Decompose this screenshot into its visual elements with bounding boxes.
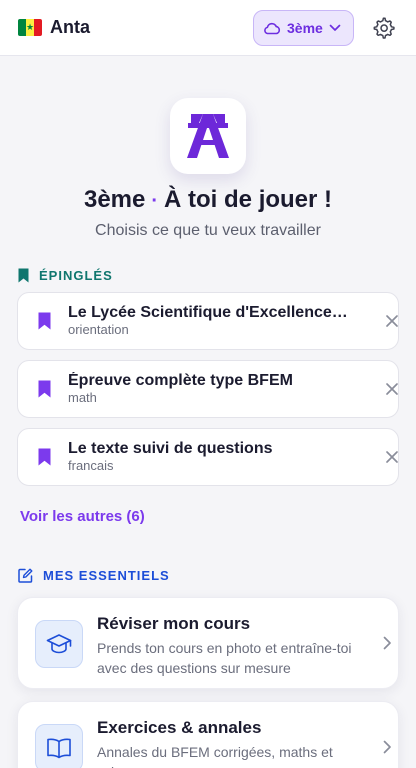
edit-icon (18, 568, 33, 583)
pinned-item[interactable]: Le texte suivi de questions francais (17, 428, 399, 486)
close-icon[interactable] (385, 314, 399, 328)
bookmark-icon (38, 312, 51, 330)
pinned-item-subject: francais (68, 458, 114, 473)
hero-dot: · (151, 190, 159, 212)
anta-logo-icon (187, 114, 229, 158)
essential-card-title: Exercices & annales (97, 718, 262, 737)
pinned-item[interactable]: Épreuve complète type BFEM math (17, 360, 399, 418)
pinned-item-subject: orientation (68, 322, 129, 337)
bookmark-icon (38, 380, 51, 398)
essential-card-desc: Annales du BFEM corrigées, maths et scie… (97, 744, 333, 768)
pinned-item-title: Le texte suivi de questions (68, 440, 273, 457)
chevron-right-icon (383, 636, 391, 650)
pinned-heading-label: ÉPINGLÉS (39, 267, 113, 283)
bookmark-icon (38, 448, 51, 466)
gear-icon[interactable] (372, 16, 396, 40)
chevron-right-icon (383, 740, 391, 754)
app-logo (170, 98, 246, 174)
pinned-item-subject: math (68, 390, 97, 405)
see-more-pinned-link[interactable]: Voir les autres (6) (20, 508, 145, 525)
senegal-flag-icon: ★ (18, 19, 42, 36)
page-title: 3ème · À toi de jouer ! (0, 186, 416, 214)
app-name: Anta (50, 17, 90, 37)
pinned-section-heading: ÉPINGLÉS (18, 266, 113, 284)
essentials-section-heading: MES ESSENTIELS (18, 566, 170, 584)
pinned-item[interactable]: Le Lycée Scientifique d'Excellence de Di… (17, 292, 399, 350)
hero-grade: 3ème (83, 186, 146, 213)
grade-selector[interactable]: 3ème (253, 10, 354, 46)
bookmark-icon (18, 268, 29, 282)
cloud-icon (264, 22, 281, 35)
essential-card-title: Réviser mon cours (97, 614, 251, 633)
essential-card-revise[interactable]: Réviser mon cours Prends ton cours en ph… (17, 597, 399, 689)
graduation-cap-icon (35, 620, 83, 668)
page-subtitle: Choisis ce que tu veux travailler (95, 222, 321, 239)
close-icon[interactable] (385, 450, 399, 464)
open-book-icon (35, 724, 83, 768)
chevron-down-icon (329, 24, 341, 31)
pinned-item-title: Le Lycée Scientifique d'Excellence de Di… (68, 304, 348, 321)
grade-selector-label: 3ème (287, 20, 323, 36)
pinned-item-title: Épreuve complète type BFEM (68, 372, 293, 389)
top-bar: ★ Anta 3ème (0, 0, 416, 56)
essentials-heading-label: MES ESSENTIELS (43, 567, 170, 583)
essential-card-desc: Prends ton cours en photo et entraîne-to… (97, 640, 352, 676)
essential-card-exercises[interactable]: Exercices & annales Annales du BFEM corr… (17, 701, 399, 768)
hero-title-text: À toi de jouer ! (164, 186, 333, 213)
close-icon[interactable] (385, 382, 399, 396)
